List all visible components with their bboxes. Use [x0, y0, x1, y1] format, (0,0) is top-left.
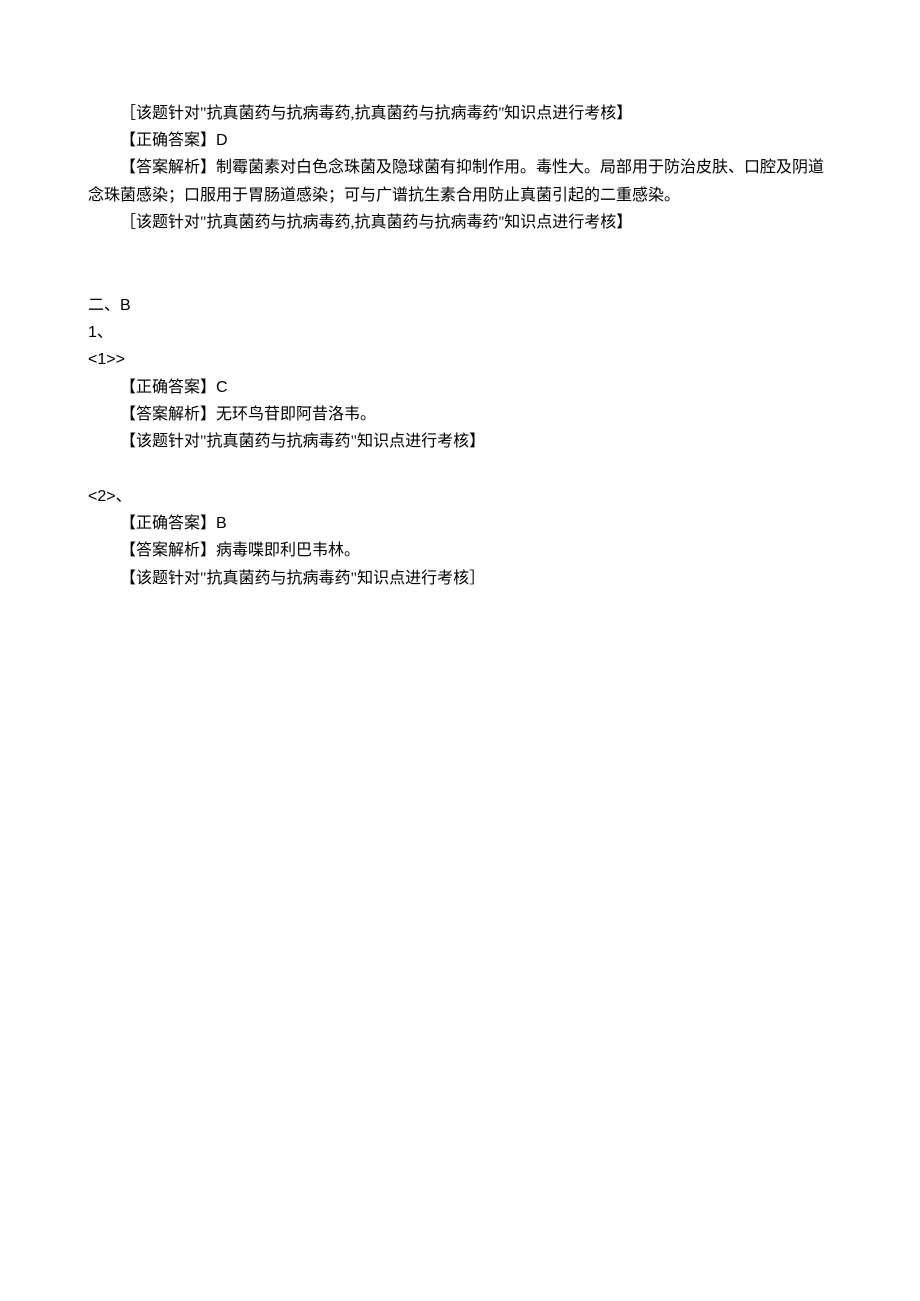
explanation-line: 【答案解析】制霉菌素对白色念珠菌及隐球菌有抑制作用。毒性大。局部用于防治皮肤、口…: [88, 154, 832, 208]
section-label-cn: 二、: [88, 297, 120, 314]
explanation-text: 【答案解析】制霉菌素对白色念珠菌及隐球菌有抑制作用。毒性大。局部用于防治皮肤、口…: [88, 159, 824, 203]
note-line: 【该题针对"抗真菌药与抗病毒药"知识点进行考核】: [88, 428, 832, 455]
explanation-line: 【答案解析】无环鸟苷即阿昔洛韦。: [88, 401, 832, 428]
sub-question-text: <1>>: [88, 351, 125, 368]
answer-value: C: [216, 379, 228, 396]
section-label-latin: B: [120, 297, 131, 314]
note-line: 【该题针对"抗真菌药与抗病毒药"知识点进行考核］: [88, 565, 832, 592]
note-text: 【该题针对"抗真菌药与抗病毒药"知识点进行考核】: [120, 433, 485, 450]
explanation-text: 【答案解析】病毒喋即利巴韦林。: [120, 542, 360, 559]
answer-line: 【正确答案】C: [88, 374, 832, 401]
question-number: 1、: [88, 319, 832, 346]
explanation-text: 【答案解析】无环鸟苷即阿昔洛韦。: [120, 406, 376, 423]
answer-line: 【正确答案】D: [88, 127, 832, 154]
note-line: ［该题针对"抗真菌药与抗病毒药,抗真菌药与抗病毒药''知识点进行考核】: [88, 100, 832, 127]
page: ［该题针对"抗真菌药与抗病毒药,抗真菌药与抗病毒药''知识点进行考核】 【正确答…: [0, 0, 920, 592]
answer-value: D: [216, 132, 228, 149]
spacer: [88, 455, 832, 483]
answer-value: B: [216, 515, 227, 532]
question-num-suffix: 、: [97, 324, 113, 341]
sub-question-suffix: 、: [116, 488, 132, 505]
section-heading: 二、B: [88, 292, 832, 319]
answer-label: 【正确答案】: [120, 515, 216, 532]
note-line: ［该题针对"抗真菌药与抗病毒药,抗真菌药与抗病毒药''知识点进行考核】: [88, 209, 832, 236]
sub-question-marker: <1>>: [88, 346, 832, 373]
note-text: 【该题针对"抗真菌药与抗病毒药"知识点进行考核］: [120, 570, 485, 587]
spacer: [88, 264, 832, 292]
answer-label: 【正确答案】: [120, 379, 216, 396]
explanation-line: 【答案解析】病毒喋即利巴韦林。: [88, 537, 832, 564]
answer-label: 【正确答案】: [120, 132, 216, 149]
note-text: ［该题针对"抗真菌药与抗病毒药,抗真菌药与抗病毒药''知识点进行考核】: [120, 105, 632, 122]
question-num-latin: 1: [88, 324, 97, 341]
spacer: [88, 236, 832, 264]
note-text: ［该题针对"抗真菌药与抗病毒药,抗真菌药与抗病毒药''知识点进行考核】: [120, 214, 632, 231]
answer-line: 【正确答案】B: [88, 510, 832, 537]
sub-question-text: <2>: [88, 488, 116, 505]
sub-question-marker: <2>、: [88, 483, 832, 510]
